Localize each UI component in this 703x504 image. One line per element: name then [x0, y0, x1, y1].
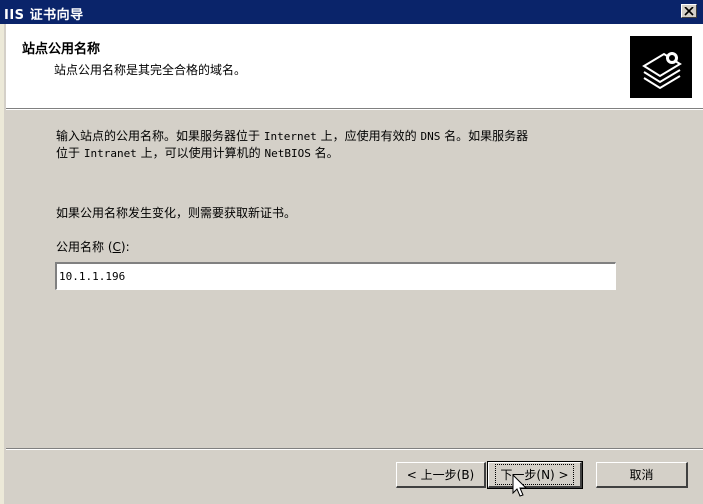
common-name-input[interactable]	[55, 262, 616, 290]
footer-divider-highlight	[6, 449, 703, 450]
close-button[interactable]	[681, 4, 697, 18]
intro-paragraph: 输入站点的公用名称。如果服务器位于 Internet 上，应使用有效的 DNS …	[56, 128, 676, 162]
iis-certificate-wizard-window: IIS 证书向导 站点公用名称 站点公用名称是其完全合格的域名。 输入站点的公用…	[0, 0, 703, 504]
title-bar[interactable]: IIS 证书向导	[0, 0, 703, 24]
next-button[interactable]: 下一步(N) >	[487, 461, 583, 489]
common-name-label: 公用名称 (C):	[56, 240, 130, 254]
header-subtitle: 站点公用名称是其完全合格的域名。	[54, 63, 247, 77]
window-title: IIS 证书向导	[4, 8, 84, 23]
background-window-edge	[0, 24, 4, 504]
header-title: 站点公用名称	[22, 42, 101, 57]
close-icon	[684, 6, 694, 16]
header-divider-highlight	[6, 109, 703, 110]
next-button-label: 下一步(N) >	[495, 464, 574, 485]
intro-line-2: 位于 Intranet 上，可以使用计算机的 NetBIOS 名。	[56, 146, 339, 160]
cancel-button[interactable]: 取消	[596, 462, 688, 488]
certificate-wizard-icon	[630, 36, 692, 98]
mouse-pointer-icon	[512, 474, 528, 497]
intro-line-1: 输入站点的公用名称。如果服务器位于 Internet 上，应使用有效的 DNS …	[56, 129, 529, 143]
wizard-header: 站点公用名称 站点公用名称是其完全合格的域名。	[6, 24, 703, 108]
back-button[interactable]: < 上一步(B)	[396, 462, 486, 488]
name-change-note: 如果公用名称发生变化，则需要获取新证书。	[56, 206, 297, 220]
